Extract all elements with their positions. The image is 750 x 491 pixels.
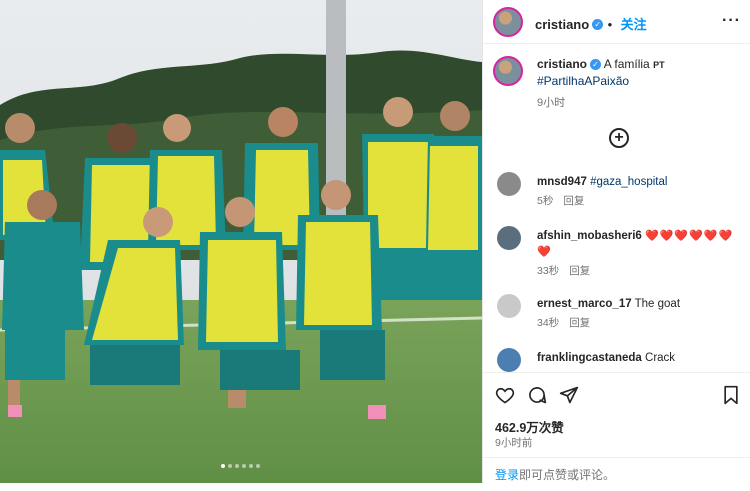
reply-button[interactable]: 回复 [563, 195, 584, 207]
reply-button[interactable]: 回复 [569, 265, 590, 277]
likes-count[interactable]: 462.9万次赞 [495, 417, 564, 436]
share-icon[interactable] [559, 385, 579, 405]
flag-pt-icon: PT [653, 60, 665, 70]
heart-icon[interactable] [495, 385, 515, 405]
login-prompt: 登录即可点赞或评论。 [483, 457, 750, 491]
author-username[interactable]: cristiano [535, 17, 589, 32]
post-photo[interactable] [0, 0, 482, 483]
verified-badge-icon: ✓ [592, 19, 604, 31]
login-prompt-text: 即可点赞或评论。 [519, 468, 616, 482]
post-header: cristiano ✓ • 关注 ··· [483, 0, 750, 44]
actions-bar: 462.9万次赞 9小时前 登录即可点赞或评论。 [483, 372, 750, 484]
comment-text[interactable]: #gaza_hospital [590, 176, 667, 188]
comment-text: The goat [634, 298, 681, 310]
reply-button[interactable]: 回复 [569, 317, 590, 329]
caption-time: 9小时 [537, 97, 566, 109]
comment-username[interactable]: ernest_marco_17 [537, 298, 632, 310]
commenter-avatar[interactable] [497, 348, 521, 372]
caption-username[interactable]: cristiano [537, 57, 587, 71]
author-line: cristiano ✓ • 关注 [535, 14, 647, 34]
dot-separator: • [607, 17, 613, 32]
post-side-panel: cristiano ✓ • 关注 ··· cristiano ✓ A família… [482, 0, 750, 484]
comment-icon[interactable] [527, 385, 547, 405]
author-avatar[interactable] [493, 7, 523, 37]
commenter-avatar[interactable] [497, 226, 521, 250]
load-more-comments-icon[interactable]: + [609, 128, 629, 148]
more-options-icon[interactable]: ··· [722, 12, 741, 30]
follow-button[interactable]: 关注 [621, 17, 647, 32]
commenter-avatar[interactable] [497, 294, 521, 318]
comment-text: Crack [645, 352, 676, 364]
post-time-ago: 9小时前 [495, 437, 533, 449]
comment-username[interactable]: franklingcastaneda [537, 352, 642, 364]
login-link[interactable]: 登录 [495, 468, 519, 482]
caption-verified-icon: ✓ [590, 59, 602, 71]
team-photo [0, 0, 482, 483]
caption-hashtag[interactable]: #PartilhaAPaixão [537, 74, 629, 88]
bookmark-icon[interactable] [721, 385, 741, 405]
comment-time: 33秒 [537, 265, 560, 277]
comment-time: 34秒 [537, 317, 560, 329]
comment-username[interactable]: mnsd947 [537, 176, 587, 188]
caption-avatar[interactable] [493, 56, 523, 86]
comment-username[interactable]: afshin_mobasheri6 [537, 230, 642, 242]
caption-text: A família [603, 57, 650, 71]
comment-time: 5秒 [537, 195, 554, 207]
commenter-avatar[interactable] [497, 172, 521, 196]
caption-text-block: cristiano ✓ A família PT #PartilhaAPaixão… [537, 56, 747, 111]
